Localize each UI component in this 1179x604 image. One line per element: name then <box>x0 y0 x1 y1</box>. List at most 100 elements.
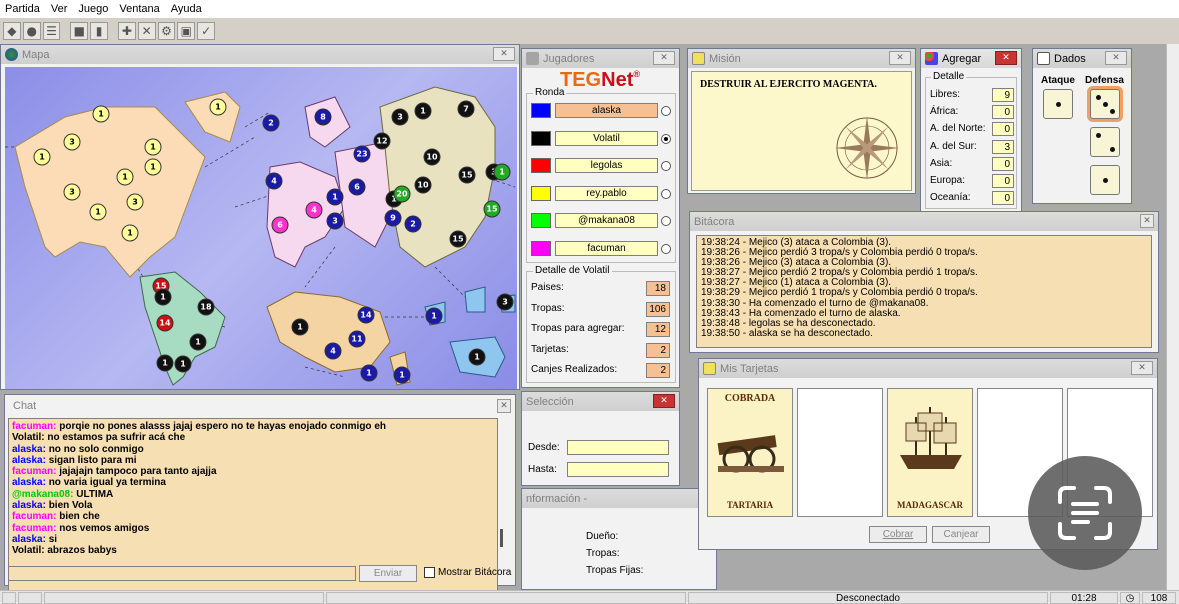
army-token[interactable]: 1 <box>189 333 207 351</box>
army-token[interactable]: 1 <box>116 168 134 186</box>
army-token[interactable]: 1 <box>154 288 172 306</box>
players-close-button[interactable]: ✕ <box>653 51 675 65</box>
army-token[interactable]: 1 <box>121 224 139 242</box>
army-token[interactable]: 6 <box>348 178 366 196</box>
army-token[interactable]: 1 <box>89 203 107 221</box>
mission-close-button[interactable]: ✕ <box>889 51 911 65</box>
army-token[interactable]: 3 <box>391 108 409 126</box>
army-token[interactable]: 1 <box>326 188 344 206</box>
scan-text-button[interactable] <box>1028 456 1142 570</box>
agregar-close-button[interactable]: ✕ <box>995 51 1017 65</box>
army-token[interactable]: 1 <box>33 148 51 166</box>
canjear-button[interactable]: Canjear <box>932 526 990 543</box>
player-row[interactable]: rey.pablo <box>531 185 673 203</box>
army-token[interactable]: 1 <box>493 163 511 181</box>
player-row[interactable]: alaska <box>531 102 673 120</box>
army-token[interactable]: 20 <box>393 185 411 203</box>
player-radio[interactable] <box>661 106 671 116</box>
mostrar-bitacora-checkbox[interactable] <box>424 567 435 578</box>
map-close-button[interactable]: ✕ <box>493 47 515 61</box>
army-token[interactable]: 15 <box>483 200 501 218</box>
army-token[interactable]: 3 <box>496 293 514 311</box>
army-token[interactable]: 1 <box>393 366 411 384</box>
army-token[interactable]: 1 <box>425 307 443 325</box>
army-token[interactable]: 4 <box>305 201 323 219</box>
bitacora-log[interactable]: 19:38:24 - Mejico (3) ataca a Colombia (… <box>696 235 1152 348</box>
bitacora-close-button[interactable]: ✕ <box>1140 214 1154 228</box>
pause-icon[interactable]: ▮ <box>90 22 108 40</box>
army-token[interactable]: 1 <box>209 98 227 116</box>
army-token[interactable]: 15 <box>458 166 476 184</box>
player-radio[interactable] <box>661 188 671 199</box>
army-token[interactable]: 14 <box>156 314 174 332</box>
army-token[interactable]: 1 <box>360 364 378 382</box>
list-icon[interactable]: ☰ <box>42 22 61 40</box>
chat-input[interactable] <box>8 566 356 581</box>
cancel-icon[interactable]: ✕ <box>137 22 156 40</box>
army-token[interactable]: 12 <box>373 132 391 150</box>
player-row[interactable]: legolas <box>531 157 673 175</box>
army-token[interactable]: 1 <box>174 355 192 373</box>
army-token[interactable]: 4 <box>324 342 342 360</box>
settings-icon[interactable]: ⚙ <box>157 22 176 40</box>
army-token[interactable]: 14 <box>357 306 375 324</box>
army-token[interactable]: 9 <box>384 209 402 227</box>
map-svg[interactable]: 1113111331128234613924631712101015153120… <box>5 67 517 389</box>
menu-partida[interactable]: Partida <box>5 3 40 15</box>
tarjetas-close-button[interactable]: ✕ <box>1131 361 1153 375</box>
dados-close-button[interactable]: ✕ <box>1105 51 1127 65</box>
desde-field[interactable] <box>567 440 669 455</box>
army-token[interactable]: 3 <box>126 193 144 211</box>
army-token[interactable]: 2 <box>404 215 422 233</box>
add-icon[interactable]: ✚ <box>117 22 136 40</box>
army-token[interactable]: 10 <box>423 148 441 166</box>
player-radio[interactable] <box>661 133 671 144</box>
army-token[interactable]: 1 <box>144 158 162 176</box>
army-token[interactable]: 23 <box>353 145 371 163</box>
menu-ver[interactable]: Ver <box>51 3 68 15</box>
army-token[interactable]: 4 <box>265 172 283 190</box>
check-icon[interactable]: ✓ <box>197 22 215 40</box>
disconnect-icon[interactable]: ● <box>22 22 41 40</box>
workspace-scrollbar[interactable] <box>1166 44 1179 590</box>
country-card[interactable]: COBRADA TARTARIA <box>707 388 793 517</box>
menu-ayuda[interactable]: Ayuda <box>171 3 202 15</box>
army-token[interactable]: 1 <box>92 105 110 123</box>
army-token[interactable]: 15 <box>449 230 467 248</box>
world-map[interactable]: 1113111331128234613924631712101015153120… <box>5 67 517 389</box>
army-token[interactable]: 2 <box>262 114 280 132</box>
country-card[interactable]: MADAGASCAR <box>887 388 973 517</box>
army-token[interactable]: 6 <box>271 216 289 234</box>
region-greenland[interactable] <box>184 91 241 143</box>
army-token[interactable]: 1 <box>144 138 162 156</box>
chat-close-button[interactable]: ✕ <box>497 399 511 413</box>
player-radio[interactable] <box>661 161 671 171</box>
army-token[interactable]: 3 <box>63 183 81 201</box>
region-africa[interactable] <box>266 291 391 373</box>
army-token[interactable]: 11 <box>348 330 366 348</box>
stop-icon[interactable]: ■ <box>70 22 89 40</box>
seleccion-close-button[interactable]: ✕ <box>653 394 675 408</box>
region-borneo[interactable] <box>464 286 486 313</box>
hasta-field[interactable] <box>567 462 669 477</box>
layout-icon[interactable]: ▣ <box>177 22 196 40</box>
army-token[interactable]: 18 <box>197 298 215 316</box>
player-row[interactable]: @makana08 <box>531 212 673 230</box>
army-token[interactable]: 3 <box>63 133 81 151</box>
player-radio[interactable] <box>661 216 671 226</box>
connect-icon[interactable]: ◆ <box>3 22 21 40</box>
player-row[interactable]: Volatil <box>531 130 673 148</box>
army-token[interactable]: 1 <box>414 102 432 120</box>
cobrar-button[interactable]: Cobrar <box>869 526 927 543</box>
army-token[interactable]: 1 <box>156 354 174 372</box>
army-token[interactable]: 7 <box>457 100 475 118</box>
army-token[interactable]: 8 <box>314 108 332 126</box>
country-card[interactable] <box>797 388 883 517</box>
enviar-button[interactable]: Enviar <box>359 565 417 582</box>
army-token[interactable]: 1 <box>468 348 486 366</box>
menu-juego[interactable]: Juego <box>78 3 108 15</box>
army-token[interactable]: 1 <box>291 318 309 336</box>
chat-scrollbar-thumb[interactable] <box>500 529 503 547</box>
player-row[interactable]: facuman <box>531 240 673 258</box>
menu-ventana[interactable]: Ventana <box>119 3 159 15</box>
